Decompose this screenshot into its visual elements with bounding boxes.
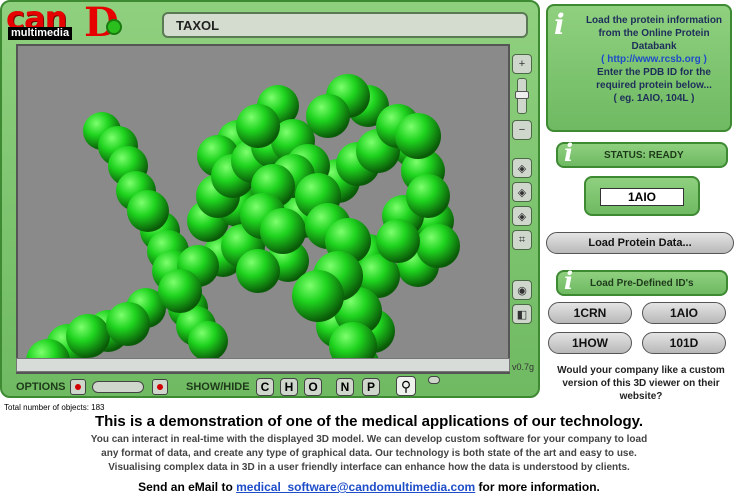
- atom-sphere: [236, 249, 280, 293]
- toggle-phosphorus-button[interactable]: P: [362, 378, 380, 396]
- atom-sphere: [66, 314, 110, 358]
- options-slider[interactable]: [92, 381, 144, 393]
- logo-multimedia: multimedia: [8, 27, 73, 40]
- atom-sphere: [416, 224, 460, 268]
- viewer-horizontal-scrollbar[interactable]: [16, 358, 510, 372]
- info-panel: i Load the protein information from the …: [546, 4, 732, 132]
- showhide-label: SHOW/HIDE: [186, 381, 250, 393]
- wireframe-icon[interactable]: ⌗: [512, 230, 532, 250]
- cando-logo: can multimedia D: [6, 0, 122, 46]
- 3d-viewport[interactable]: [16, 44, 510, 374]
- zoom-slider-thumb[interactable]: [515, 91, 529, 99]
- atom-sphere: [292, 270, 344, 322]
- info-line1: Load the protein information from the On…: [585, 15, 723, 52]
- atom-sphere: [188, 321, 228, 361]
- status-text: STATUS: READY: [604, 150, 684, 161]
- total-objects-label: Total number of objects: 183: [4, 403, 105, 412]
- info-line3: ( eg. 1AIO, 104L ): [613, 93, 695, 104]
- toggle-hydrogen-button[interactable]: H: [280, 378, 298, 396]
- atom-sphere: [406, 174, 450, 218]
- version-label: v0.7g: [512, 362, 535, 372]
- pdb-1crn-button[interactable]: 1CRN: [548, 302, 632, 324]
- footer-line-3: Visualising complex data in 3D in a user…: [108, 462, 630, 473]
- atom-sphere: [260, 208, 306, 254]
- options-label: OPTIONS: [16, 381, 66, 393]
- email-prefix: Send an eMail to: [138, 480, 237, 494]
- pdb-101d-button[interactable]: 101D: [642, 332, 726, 354]
- pdb-id-panel: [584, 176, 700, 216]
- footer-line-1: You can interact in real-time with the d…: [90, 434, 648, 445]
- zoom-slider[interactable]: [515, 78, 529, 114]
- predefined-label: Load Pre-Defined ID's: [590, 278, 694, 289]
- pdb-1how-button[interactable]: 1HOW: [548, 332, 632, 354]
- atom-sphere: [158, 269, 202, 313]
- logo-o-icon: [106, 19, 122, 35]
- predefined-panel: i Load Pre-Defined ID's: [556, 266, 728, 296]
- predefined-info-icon: i: [564, 266, 574, 295]
- status-panel: i STATUS: READY: [556, 138, 728, 168]
- rcsb-link[interactable]: ( http://www.rcsb.org ): [576, 53, 732, 66]
- render-mode-2-icon[interactable]: ◈: [512, 182, 532, 202]
- atom-sphere: [106, 302, 150, 346]
- background-toggle-icon[interactable]: ◧: [512, 304, 532, 324]
- info-line2: Enter the PDB ID for the required protei…: [596, 67, 712, 91]
- atom-sphere: [395, 113, 441, 159]
- toggle-carbon-button[interactable]: C: [256, 378, 274, 396]
- record-icon[interactable]: [70, 379, 86, 395]
- atom-sphere: [376, 219, 420, 263]
- footer-headline: This is a demonstration of one of the me…: [94, 413, 644, 430]
- pdb-1aio-button[interactable]: 1AIO: [642, 302, 726, 324]
- small-toggle[interactable]: [428, 376, 440, 384]
- custom-version-text: Would your company like a custom version…: [557, 365, 725, 402]
- render-mode-3-icon[interactable]: ◈: [512, 206, 532, 226]
- atom-sphere: [306, 94, 350, 138]
- info-icon: i: [554, 8, 565, 41]
- zoom-out-icon[interactable]: −: [512, 120, 532, 140]
- molecule-render[interactable]: [18, 46, 510, 372]
- email-suffix: for more information.: [475, 480, 600, 494]
- footer-line-2: any format of data, and create any type …: [101, 448, 637, 459]
- reset-view-icon[interactable]: ⚲: [396, 376, 416, 396]
- toggle-nitrogen-button[interactable]: N: [336, 378, 354, 396]
- stop-record-icon[interactable]: [152, 379, 168, 395]
- load-protein-button[interactable]: Load Protein Data...: [546, 232, 734, 254]
- pdb-id-input[interactable]: [600, 188, 684, 206]
- status-info-icon: i: [564, 138, 574, 167]
- email-link[interactable]: medical_software@candomultimedia.com: [236, 480, 475, 494]
- molecule-title: TAXOL: [162, 12, 528, 38]
- color-mode-icon[interactable]: ◉: [512, 280, 532, 300]
- toggle-oxygen-button[interactable]: O: [304, 378, 322, 396]
- info-text: Load the protein information from the On…: [576, 14, 732, 105]
- render-mode-1-icon[interactable]: ◈: [512, 158, 532, 178]
- atom-sphere: [127, 190, 169, 232]
- email-line: Send an eMail to medical_software@candom…: [0, 480, 738, 494]
- atom-sphere: [236, 104, 280, 148]
- zoom-in-icon[interactable]: +: [512, 54, 532, 74]
